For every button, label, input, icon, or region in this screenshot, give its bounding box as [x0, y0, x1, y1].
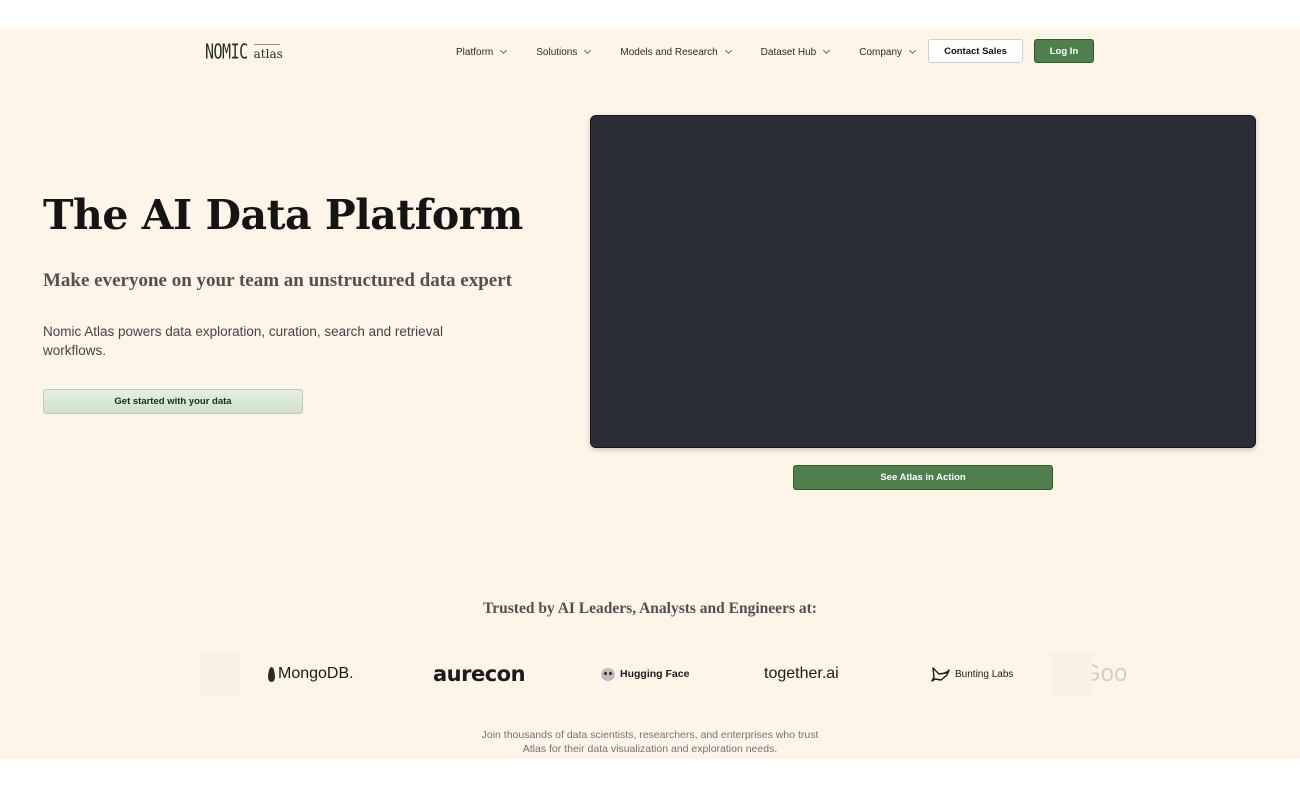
logo-placeholder [200, 654, 240, 696]
google-logo: Goo [1052, 650, 1127, 698]
nav-label: Platform [456, 46, 494, 58]
chevron-down-icon [823, 46, 831, 55]
mongodb-logo: MongoDB. [268, 650, 354, 698]
nav-models-and-research[interactable]: Models and Research [620, 46, 732, 58]
hero-description: Nomic Atlas powers data exploration, cur… [43, 324, 443, 358]
logo-divider [253, 44, 280, 45]
main-nav: Platform Solutions Models and Research D… [456, 40, 945, 64]
together-ai-logo-text: together.ai [764, 665, 839, 682]
join-text-line-1: Join thousands of data scientists, resea… [481, 729, 819, 741]
join-description: Join thousands of data scientists, resea… [0, 728, 1300, 756]
demo-video-player[interactable] [590, 115, 1256, 448]
nav-solutions[interactable]: Solutions [536, 46, 592, 58]
bunting-labs-logo: Bunting Labs [930, 650, 1013, 698]
hero-subtitle: Make everyone on your team an unstructur… [43, 270, 512, 291]
trusted-heading: Trusted by AI Leaders, Analysts and Engi… [483, 600, 817, 617]
chevron-down-icon [584, 46, 592, 55]
logo-atlas-text: atlas [253, 47, 283, 61]
nav-platform[interactable]: Platform [456, 46, 508, 58]
customer-logo-carousel: gle MongoDB. aurecon Hugging Face togeth… [160, 650, 1136, 698]
chevron-down-icon [909, 46, 917, 55]
chevron-down-icon [724, 46, 732, 55]
login-button[interactable]: Log In [1034, 39, 1094, 63]
hero-title: The AI Data Platform [43, 191, 523, 239]
aurecon-logo: aurecon [433, 650, 526, 698]
page: NOMIC atlas Platform Solutions Models an… [0, 28, 1300, 759]
nav-label: Solutions [536, 46, 578, 58]
get-started-button[interactable]: Get started with your data [43, 389, 303, 414]
logo-placeholder [1052, 654, 1092, 696]
hugging-face-logo-text: Hugging Face [620, 668, 690, 680]
hugging-face-logo: Hugging Face [601, 650, 689, 698]
hugging-face-icon [601, 667, 615, 681]
nav-company[interactable]: Company [859, 46, 917, 58]
logo-nomic-text: NOMIC [205, 39, 248, 65]
nav-label: Company [859, 46, 903, 58]
mongodb-logo-text: MongoDB. [278, 665, 354, 682]
aurecon-logo-text: aurecon [433, 662, 526, 686]
together-ai-logo: together.ai [764, 650, 839, 698]
join-text-line-2: Atlas for their data visualization and e… [522, 743, 778, 755]
bird-icon [931, 667, 950, 682]
nav-label: Dataset Hub [760, 46, 817, 58]
nav-dataset-hub[interactable]: Dataset Hub [760, 46, 831, 58]
contact-sales-button[interactable]: Contact Sales [928, 39, 1023, 63]
chevron-down-icon [500, 46, 508, 55]
bunting-labs-logo-text: Bunting Labs [955, 668, 1014, 680]
mongodb-leaf-icon [268, 666, 275, 682]
nomic-atlas-logo[interactable]: NOMIC atlas [205, 40, 283, 64]
see-atlas-in-action-button[interactable]: See Atlas in Action [793, 465, 1053, 490]
logo-atlas-wrap: atlas [253, 44, 283, 61]
nav-label: Models and Research [620, 46, 718, 58]
